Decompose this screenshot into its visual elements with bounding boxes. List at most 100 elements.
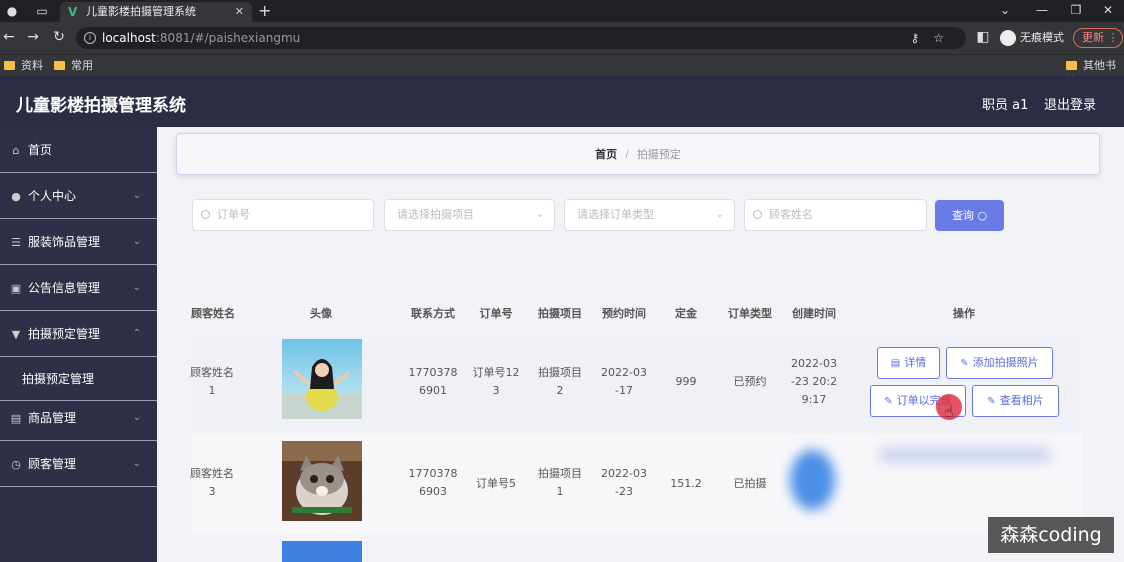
hand-cursor-icon: ☝ — [944, 402, 954, 421]
customer-name-line: 顾客姓名 — [190, 467, 234, 480]
add-photo-label: 添加拍摄照片 — [972, 356, 1039, 369]
folder-icon — [1066, 61, 1077, 70]
sidebar: ⌂ 首页 ● 个人中心 ⌄ ☰ 服装饰品管理 ⌄ ▣ 公告信息管理 ⌄ ▼ 拍摄预定管理 … — [0, 127, 157, 562]
customer-name-input[interactable]: 顾客姓名 — [744, 199, 927, 231]
sidebar-item-costume[interactable]: ☰ 服装饰品管理 ⌄ — [0, 219, 157, 265]
order-number-line: 3 — [492, 384, 500, 397]
home-icon: ⌂ — [12, 144, 20, 157]
breadcrumb-current: 拍摄预定 — [636, 148, 681, 161]
breadcrumb-separator: / — [625, 148, 629, 161]
back-icon[interactable]: ← — [0, 29, 18, 45]
blurred-overlay — [880, 448, 1050, 462]
sidebar-subitem-label: 拍摄预定管理 — [22, 372, 95, 386]
site-info-icon[interactable]: i — [84, 32, 96, 44]
project-line: 2 — [556, 384, 564, 397]
sidebar-item-home[interactable]: ⌂ 首页 — [0, 127, 157, 173]
edit-icon: ✎ — [960, 358, 969, 369]
tab-list-icon[interactable]: ⌄ — [985, 0, 1025, 20]
booking-time-cell: 2022-03 -17 — [596, 364, 652, 400]
booking-time-cell: 2022-03 -23 — [596, 465, 652, 501]
tab-search-icon[interactable]: ▭ — [34, 3, 50, 19]
cup-icon: ▼ — [11, 328, 21, 341]
created-time-cell: 2022-03 -23 20:2 9:17 — [786, 355, 842, 409]
browser-menu-icon[interactable]: ● — [4, 3, 20, 19]
customer-name-line: 顾客姓名 — [190, 366, 234, 379]
sidebar-item-booking[interactable]: ▼ 拍摄预定管理 ⌃ — [0, 311, 157, 357]
phone-line: 6901 — [419, 384, 447, 397]
project-line: 拍摄项目 — [538, 467, 582, 480]
app-header: 儿童影楼拍摄管理系统 职员 a1 退出登录 — [0, 76, 1124, 127]
folder-icon — [54, 61, 65, 70]
sidebar-item-label: 服装饰品管理 — [28, 235, 101, 249]
project-select[interactable]: 请选择拍摄项目 ⌄ — [384, 199, 555, 231]
customer-name-placeholder: 顾客姓名 — [769, 208, 813, 221]
customer-avatar — [282, 541, 362, 562]
th-project: 拍摄项目 — [538, 307, 582, 320]
project-line: 1 — [556, 485, 564, 498]
order-number-cell: 订单号12 3 — [468, 364, 524, 400]
breadcrumb-home[interactable]: 首页 — [595, 148, 617, 161]
project-cell: 拍摄项目 1 — [532, 465, 588, 501]
chevron-down-icon: ⌄ — [132, 236, 141, 247]
order-number-input[interactable]: 订单号 — [192, 199, 374, 231]
customer-name-line: 3 — [208, 485, 216, 498]
order-type-cell: 已预约 — [733, 375, 767, 388]
th-order-type: 订单类型 — [728, 307, 772, 320]
booking-time-line: -23 — [615, 485, 633, 498]
edit-icon: ✎ — [987, 396, 996, 407]
reload-icon[interactable]: ↻ — [50, 29, 68, 45]
new-tab-button[interactable]: + — [258, 0, 271, 22]
project-cell: 拍摄项目 2 — [532, 364, 588, 400]
close-tab-icon[interactable]: ✕ — [235, 2, 244, 22]
bookmark-folder-changyong[interactable]: 常用 — [54, 58, 93, 74]
window-close-icon[interactable]: ✕ — [1088, 0, 1124, 20]
sidebar-item-label: 首页 — [28, 143, 53, 157]
chevron-down-icon: ⌄ — [132, 412, 141, 423]
order-type-cell: 已拍摄 — [733, 477, 767, 490]
deposit-cell: 151.2 — [670, 477, 702, 490]
sidebar-item-profile[interactable]: ● 个人中心 ⌄ — [0, 173, 157, 219]
browser-tab[interactable]: V 儿童影楼拍摄管理系统 ✕ — [60, 2, 252, 22]
th-created-time: 创建时间 — [792, 307, 836, 320]
created-time-line: 9:17 — [801, 393, 827, 406]
customer-name-line: 1 — [208, 384, 216, 397]
sidebar-item-label: 商品管理 — [28, 411, 77, 425]
breadcrumb: 首页 / 拍摄预定 — [176, 133, 1100, 175]
edit-icon: ✎ — [884, 396, 893, 407]
logout-button[interactable]: 退出登录 — [1044, 94, 1096, 113]
bookmarks-bar: 资料 常用 其他书签 — [0, 54, 1124, 88]
view-album-button[interactable]: ✎ 查看相片 — [972, 385, 1059, 417]
search-icon — [201, 210, 210, 219]
add-photo-button[interactable]: ✎ 添加拍摄照片 — [946, 347, 1053, 379]
forward-icon[interactable]: → — [24, 29, 42, 45]
order-type-placeholder: 请选择订单类型 — [577, 208, 654, 221]
url-bar[interactable]: i localhost:8081/#/paishexiangmu ⚷☆ — [76, 27, 966, 49]
order-type-select[interactable]: 请选择订单类型 ⌄ — [564, 199, 735, 231]
sidebar-item-customer[interactable]: ◷ 顾客管理 ⌄ — [0, 441, 157, 487]
update-label: 更新 — [1082, 31, 1104, 44]
th-avatar: 头像 — [310, 307, 332, 320]
omnibox-icons[interactable]: ⚷☆ — [910, 27, 958, 49]
address-toolbar: ← → ↻ i localhost:8081/#/paishexiangmu ⚷… — [0, 22, 1124, 54]
incognito-avatar-icon — [1000, 30, 1016, 46]
th-actions: 操作 — [953, 307, 975, 320]
bookmark-folder-ziliao[interactable]: 资料 — [4, 58, 43, 74]
customer-name: 顾客姓名 1 — [186, 364, 238, 400]
detail-button[interactable]: ▤ 详情 — [877, 347, 940, 379]
query-label: 查询 — [951, 209, 974, 222]
user-icon: ● — [11, 190, 21, 203]
side-panel-icon[interactable]: ◧ — [974, 29, 992, 45]
order-number-line: 订单号5 — [476, 477, 516, 490]
booking-time-line: -17 — [615, 384, 633, 397]
sidebar-item-notice[interactable]: ▣ 公告信息管理 ⌄ — [0, 265, 157, 311]
sidebar-item-goods[interactable]: ▤ 商品管理 ⌄ — [0, 395, 157, 441]
customer-name: 顾客姓名 3 — [186, 465, 238, 501]
folder-icon — [4, 61, 15, 70]
incognito-indicator[interactable]: 无痕模式 — [1000, 30, 1064, 46]
query-button[interactable]: 查询 ○ — [935, 200, 1004, 231]
th-deposit: 定金 — [675, 307, 697, 320]
sidebar-item-label: 个人中心 — [28, 189, 77, 203]
bookmark-label: 资料 — [21, 59, 43, 72]
update-button[interactable]: 更新 ⋮ — [1073, 28, 1123, 48]
chevron-down-icon: ⌄ — [132, 458, 141, 469]
